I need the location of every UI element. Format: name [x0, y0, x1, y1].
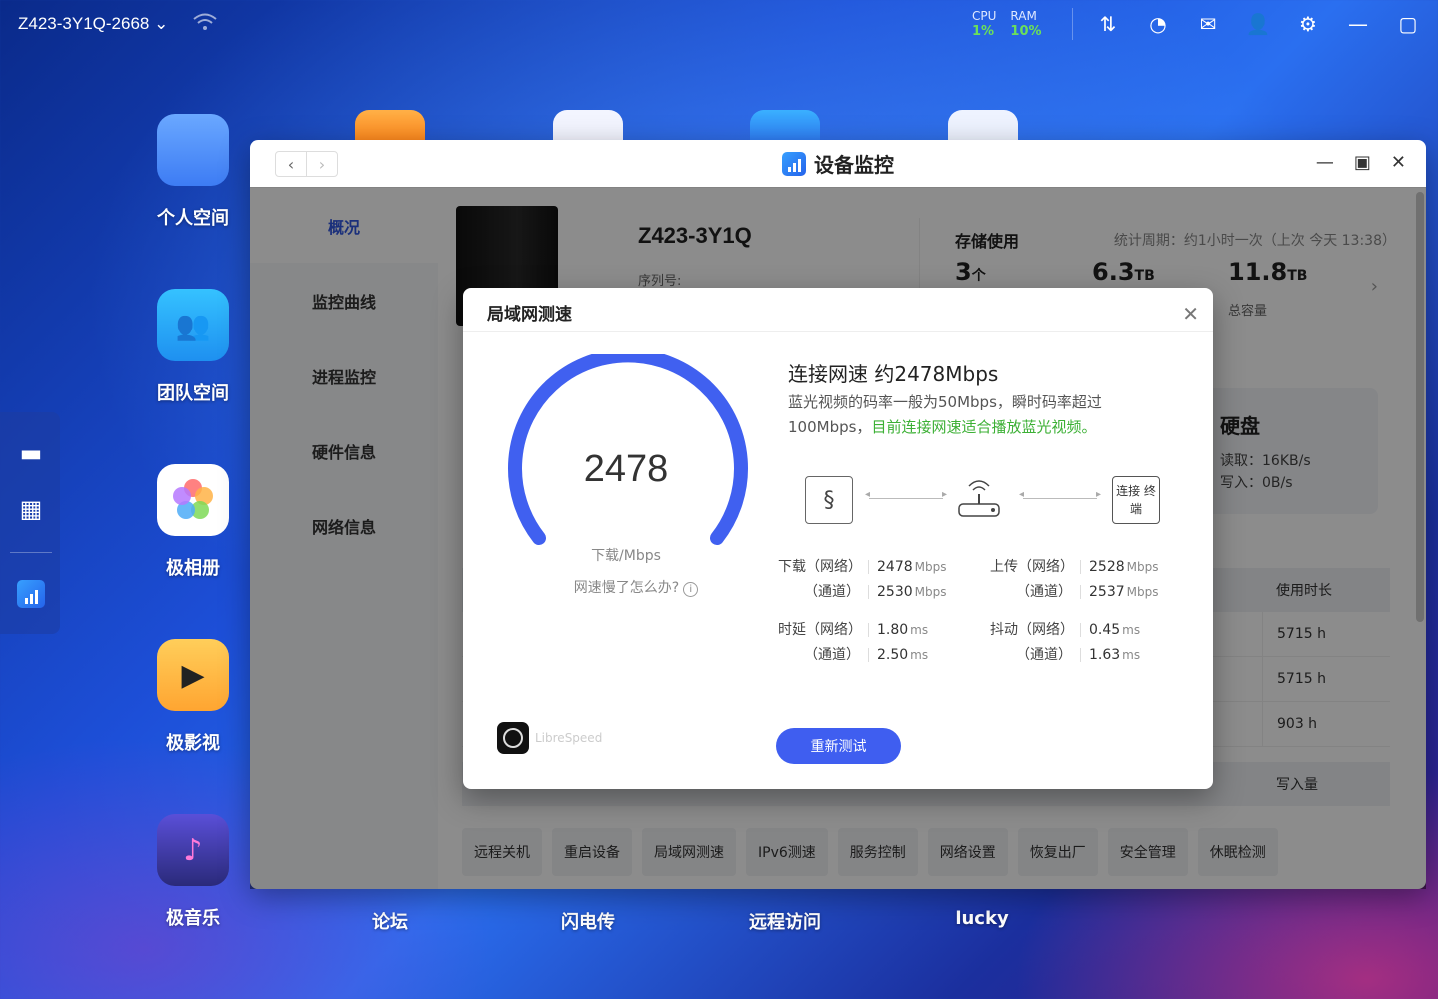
desktop-icon-photos[interactable]: 极相册 [138, 464, 248, 580]
cpu-value: 1% [972, 24, 995, 39]
lan-speedtest-dialog: 局域网测速 ✕ 2478 下载/Mbps 网速慢了怎么办? i 连接网速 约247… [463, 288, 1213, 789]
suitable-note: 目前连接网速适合播放蓝光视频。 [871, 418, 1097, 436]
latency-network-row: 时延（网络） 1.80 ms [778, 622, 929, 638]
jitter-network-row: 抖动（网络） 0.45 ms [990, 622, 1141, 638]
left-dock: ▬ ▦ [0, 412, 60, 634]
desktop-icon-label: 团队空间 [157, 383, 229, 404]
router-icon [958, 480, 1000, 517]
dialog-divider [463, 331, 1213, 332]
dialog-title: 局域网测速 [487, 305, 572, 325]
link-line [865, 489, 947, 500]
desktop-icon-team-space[interactable]: 👥 团队空间 [138, 289, 248, 405]
dock-divider [10, 552, 52, 553]
monitor-app-icon [782, 151, 806, 176]
desktop-icon-video[interactable]: ▶ 极影视 [138, 639, 248, 755]
top-bar: Z423-3Y1Q-2668 ⌄ CPU 1% RAM 10% ⇅ ◔ ✉ 👤 … [0, 0, 1438, 48]
desktop-label-remote-access[interactable]: 远程访问 [725, 908, 845, 934]
hostname-dropdown[interactable]: Z423-3Y1Q-2668 ⌄ [18, 14, 168, 34]
desktop-icon-personal-space[interactable]: 个人空间 [138, 114, 248, 230]
monitor-chart-icon[interactable] [14, 577, 48, 611]
gauge-unit: 下载/Mbps [591, 548, 661, 564]
slow-network-help-link[interactable]: 网速慢了怎么办? i [503, 577, 769, 597]
apps-grid-icon[interactable]: ▦ [14, 492, 48, 526]
network-topology: § 连接 终端 [803, 474, 1163, 526]
team-folder-icon: 👥 [157, 289, 229, 361]
topbar-divider [1072, 8, 1073, 40]
window-title-text: 设备监控 [814, 153, 894, 177]
folder-icon [157, 114, 229, 186]
download-channel-row: （通道） 2530 Mbps [804, 584, 947, 600]
link-line [1019, 489, 1101, 500]
desktop-icon-music[interactable]: ♪ 极音乐 [138, 814, 248, 930]
resource-stats: CPU 1% RAM 10% [972, 8, 1042, 40]
librespeed-brand: LibreSpeed [497, 722, 602, 754]
desktop-label-lucky[interactable]: lucky [922, 908, 1042, 929]
desktop-icon-label: 极影视 [166, 733, 220, 754]
cpu-label: CPU [972, 9, 997, 23]
desktop-label-flash-transfer[interactable]: 闪电传 [528, 908, 648, 934]
cpu-stat: CPU 1% [972, 8, 996, 40]
ram-label: RAM [1010, 9, 1037, 23]
upload-channel-row: （通道） 2537 Mbps [1016, 584, 1159, 600]
speedometer-icon[interactable]: ◔ [1144, 10, 1172, 38]
app-icon-notes[interactable] [355, 110, 425, 140]
librespeed-label: LibreSpeed [535, 731, 603, 745]
upload-network-row: 上传（网络） 2528 Mbps [990, 559, 1159, 575]
mail-icon[interactable]: ✉ [1194, 10, 1222, 38]
desktop-icon-label: 个人空间 [157, 208, 229, 229]
download-network-row: 下载（网络） 2478 Mbps [778, 559, 947, 575]
back-icon[interactable]: ‹ [276, 152, 306, 176]
app-icon-remote[interactable] [948, 110, 1018, 140]
maximize-icon[interactable]: ▣ [1354, 152, 1371, 173]
desktop-label-forum[interactable]: 论坛 [330, 908, 450, 934]
app-icon-help[interactable] [553, 110, 623, 140]
photos-flower-icon [157, 464, 229, 536]
drive-icon[interactable]: ▬ [14, 436, 48, 470]
topbar-icons: ⇅ ◔ ✉ 👤 ⚙ — ▢ ✕ [1094, 10, 1438, 38]
music-icon: ♪ [157, 814, 229, 886]
librespeed-logo-icon [497, 722, 529, 754]
nav-buttons: ‹ › [275, 151, 338, 177]
ram-value: 10% [1010, 24, 1042, 39]
window-title: 设备监控 [782, 149, 894, 178]
transfer-icon[interactable]: ⇅ [1094, 10, 1122, 38]
help-icon[interactable]: i [683, 582, 699, 597]
wifi-icon[interactable] [192, 12, 218, 37]
window-titlebar: ‹ › 设备监控 — ▣ ✕ [250, 140, 1426, 188]
connection-speed: 连接网速 约2478Mbps [788, 362, 999, 386]
latency-channel-row: （通道） 2.50 ms [804, 647, 929, 663]
close-icon[interactable]: ✕ [1182, 302, 1199, 326]
jitter-channel-row: （通道） 1.63 ms [1016, 647, 1141, 663]
desktop-icon-label: 极相册 [166, 558, 220, 579]
video-icon: ▶ [157, 639, 229, 711]
close-icon[interactable]: ✕ [1391, 152, 1406, 173]
minimize-icon[interactable]: — [1316, 152, 1334, 173]
gear-icon[interactable]: ⚙ [1294, 10, 1322, 38]
desktop-icon-label: 极音乐 [166, 908, 220, 929]
minimize-icon[interactable]: — [1344, 10, 1372, 38]
gauge-fill [508, 354, 748, 545]
gauge-value: 2478 [583, 448, 669, 490]
speed-description: 蓝光视频的码率一般为50Mbps，瞬时码率超过100Mbps，目前连接网速适合播… [788, 393, 1102, 436]
user-icon[interactable]: 👤 [1244, 10, 1272, 38]
nas-device-icon: § [805, 476, 853, 524]
forward-icon[interactable]: › [306, 152, 337, 176]
app-icon-files[interactable] [750, 110, 820, 140]
window-controls: — ▣ ✕ [1316, 152, 1406, 173]
terminal-device: 连接 终端 [1112, 476, 1160, 524]
maximize-icon[interactable]: ▢ [1394, 10, 1422, 38]
ram-stat: RAM 10% [1010, 8, 1041, 40]
retest-button[interactable]: 重新测试 [776, 728, 901, 764]
